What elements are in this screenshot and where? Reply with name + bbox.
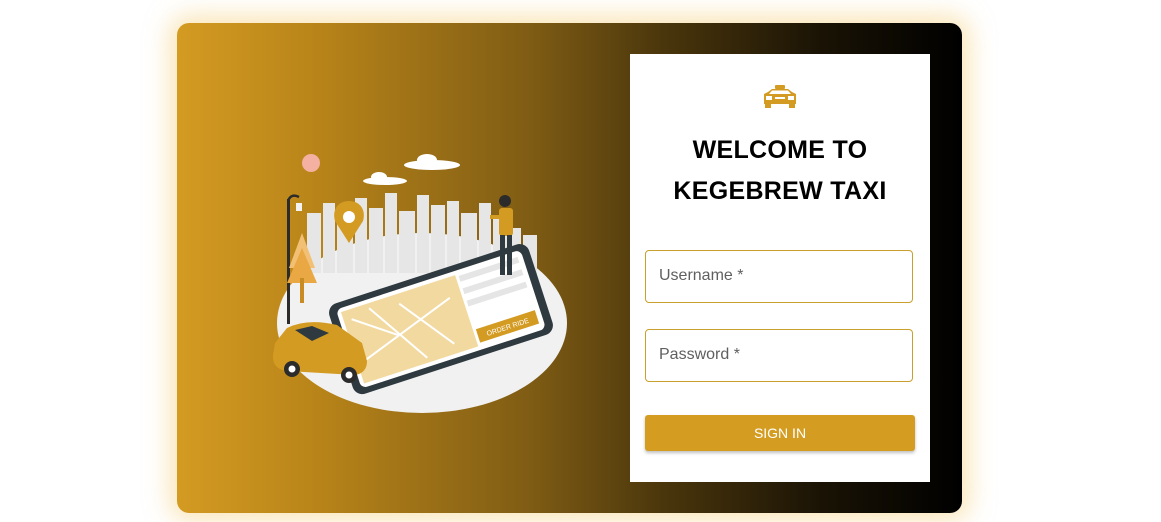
taxi-car-icon — [764, 85, 796, 108]
password-field[interactable]: Password * — [645, 329, 913, 382]
username-field[interactable]: Username * — [645, 250, 913, 303]
sign-in-button[interactable]: SIGN IN — [645, 415, 915, 451]
login-panel: WELCOME TO KEGEBREW TAXI Username * Pass… — [630, 54, 930, 482]
taxi-app-illustration: ORDER RIDE — [272, 154, 567, 413]
title-line-1: WELCOME TO — [692, 136, 868, 164]
title-line-2: KEGEBREW TAXI — [673, 177, 887, 205]
login-card: ORDER RIDE WELCOME TO KEGEBREW TAXI User… — [177, 23, 962, 513]
page-title: WELCOME TO KEGEBREW TAXI — [630, 130, 930, 212]
password-input[interactable] — [646, 330, 912, 381]
username-input[interactable] — [646, 251, 912, 302]
